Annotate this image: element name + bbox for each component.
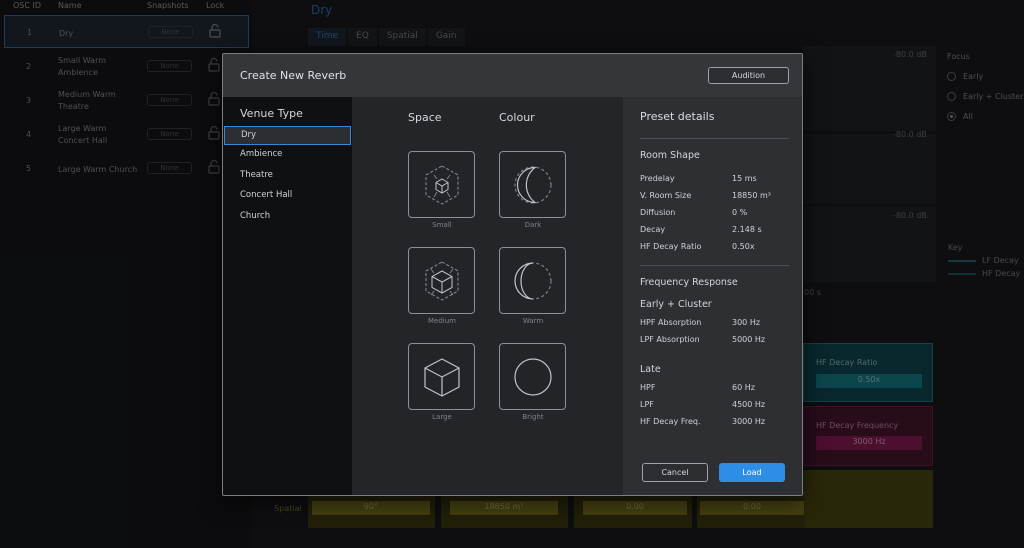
room-shape-heading: Room Shape [640,150,700,161]
late-heading: Late [640,364,661,375]
detail-key: LPF Absorption [640,335,700,344]
detail-value: 60 Hz [732,383,755,392]
space-large-label: Large [432,413,452,421]
detail-value: 5000 Hz [732,335,766,344]
detail-key: Diffusion [640,208,676,217]
cancel-button[interactable]: Cancel [642,463,708,482]
venue-item-concert-hall[interactable]: Concert Hall [224,187,351,206]
divider [640,138,789,139]
create-new-reverb-dialog: Create New Reverb Audition Venue Type Dr… [222,53,803,496]
detail-value: 4500 Hz [732,400,766,409]
venue-type-list: Venue Type Dry Ambience Theatre Concert … [223,97,352,495]
large-room-icon [423,357,460,397]
space-medium-label: Medium [428,317,456,325]
space-medium-tile[interactable] [408,247,475,314]
detail-key: HF Decay Ratio [640,242,702,251]
early-cluster-heading: Early + Cluster [640,299,712,310]
warm-moon-icon [513,261,551,300]
venue-type-heading: Venue Type [240,107,303,120]
bright-moon-icon [513,357,552,396]
small-room-icon [425,164,458,205]
space-large-tile[interactable] [408,343,475,410]
detail-key: HPF [640,383,656,392]
preset-details-panel: Preset details Room Shape Predelay 15 ms … [623,97,802,495]
detail-key: Predelay [640,174,675,183]
venue-item-church[interactable]: Church [224,208,351,227]
detail-key: LPF [640,400,654,409]
space-heading: Space [408,111,442,124]
dialog-header: Create New Reverb Audition [223,54,802,97]
detail-key: Decay [640,225,666,234]
detail-value: 3000 Hz [732,417,766,426]
colour-warm-label: Warm [522,317,544,325]
dark-moon-icon [514,166,551,203]
medium-room-icon [425,260,458,301]
divider [640,265,789,266]
colour-bright-label: Bright [522,413,544,421]
space-small-tile[interactable] [408,151,475,218]
detail-key: V. Room Size [640,191,692,200]
frequency-response-heading: Frequency Response [640,277,738,288]
detail-key: HF Decay Freq. [640,417,701,426]
space-small-label: Small [432,221,452,229]
preset-details-title: Preset details [640,110,715,123]
load-button[interactable]: Load [719,463,785,482]
dialog-title: Create New Reverb [240,69,347,82]
detail-value: 0 % [732,208,748,217]
colour-dark-tile[interactable] [499,151,566,218]
colour-dark-label: Dark [524,221,542,229]
detail-value: 300 Hz [732,318,761,327]
detail-value: 18850 m³ [732,191,771,200]
audition-button[interactable]: Audition [708,67,789,84]
colour-bright-tile[interactable] [499,343,566,410]
space-colour-selector: Space Colour Small Medium Large Dark War… [352,97,623,495]
venue-item-dry[interactable]: Dry [224,126,351,145]
detail-key: HPF Absorption [640,318,702,327]
venue-item-ambience[interactable]: Ambience [224,146,351,165]
detail-value: 2.148 s [732,225,762,234]
detail-value: 0.50x [732,242,755,251]
detail-value: 15 ms [732,174,757,183]
colour-heading: Colour [499,111,535,124]
venue-item-theatre[interactable]: Theatre [224,167,351,186]
colour-warm-tile[interactable] [499,247,566,314]
